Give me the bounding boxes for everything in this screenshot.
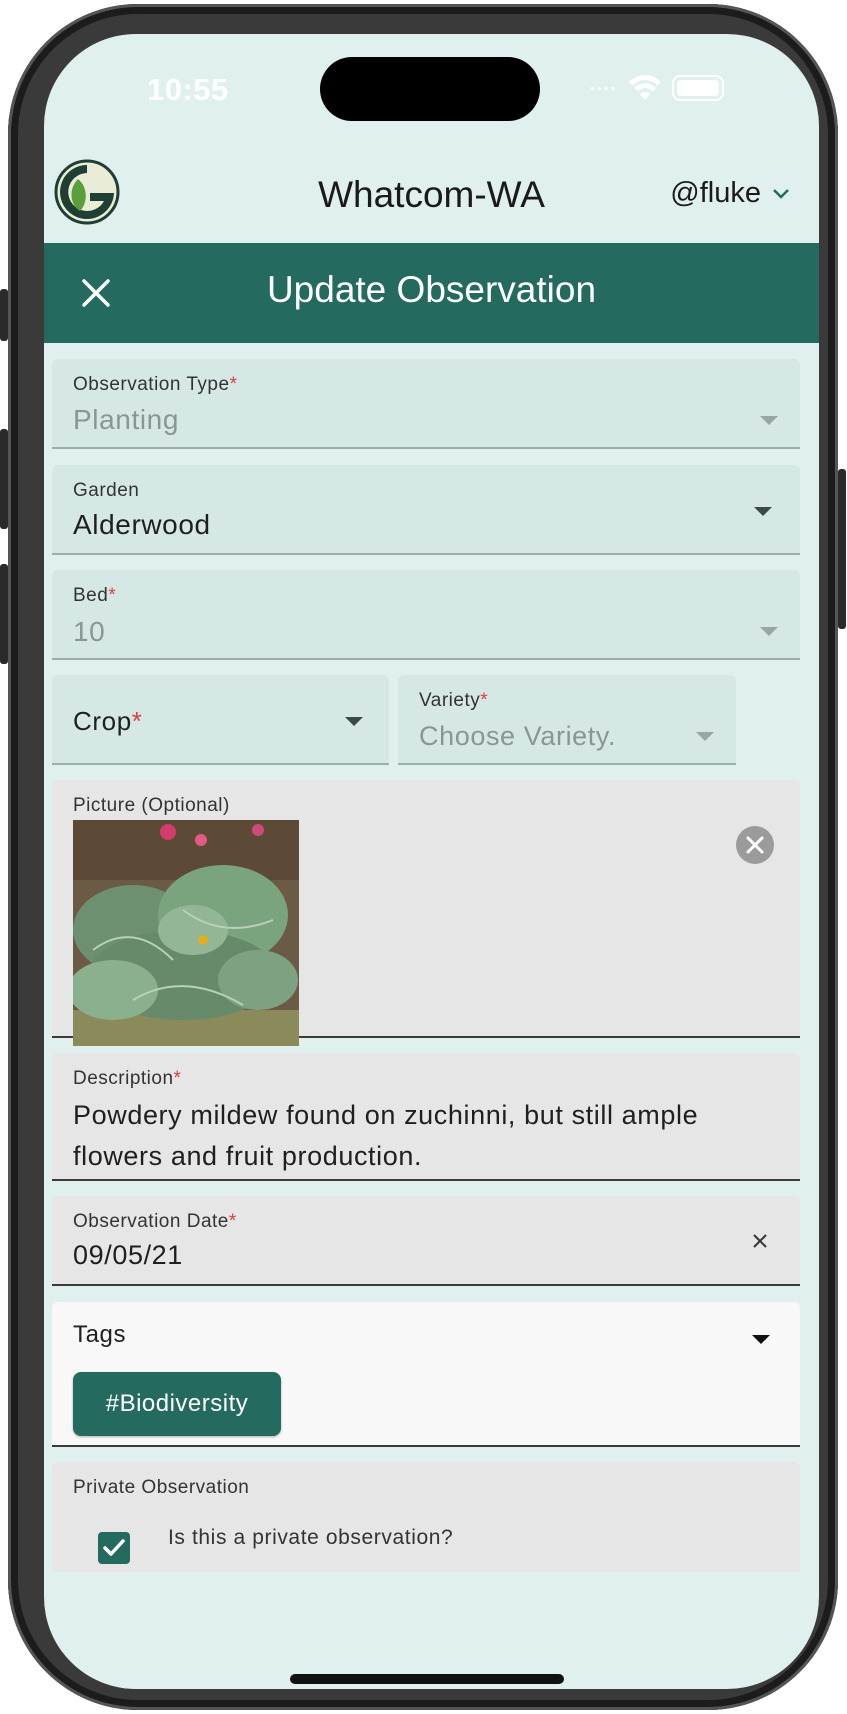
observation-photo[interactable] [73, 820, 299, 1046]
signal-icon: •••• [590, 80, 618, 96]
modal-title: Update Observation [266, 269, 597, 310]
dynamic-island [320, 57, 540, 121]
description-field[interactable]: Description* Powdery mildew found on zuc… [52, 1053, 800, 1181]
action-button [0, 289, 8, 341]
crop-select[interactable]: Crop* [52, 675, 389, 765]
remove-photo-button[interactable] [736, 826, 774, 864]
caret-down-icon [760, 416, 778, 425]
bed-value: 10 [73, 616, 106, 647]
user-menu[interactable]: @fluke [670, 177, 789, 210]
picture-field[interactable]: Picture (Optional) [52, 780, 800, 1046]
home-indicator[interactable] [290, 1674, 564, 1684]
status-icons: •••• [590, 74, 724, 102]
wifi-icon [628, 75, 661, 100]
power-button [838, 469, 846, 629]
garden-select[interactable]: Garden Alderwood [52, 465, 800, 555]
chevron-down-icon [773, 188, 789, 199]
garden-value: Alderwood [73, 509, 211, 540]
caret-down-icon [752, 1335, 770, 1344]
garden-label: Garden [73, 480, 140, 501]
tags-label: Tags [73, 1321, 127, 1348]
checkmark-icon [103, 1539, 125, 1556]
variety-label: Variety [419, 690, 481, 711]
observation-date-value: 09/05/21 [73, 1240, 183, 1270]
caret-down-icon [696, 732, 714, 741]
volume-down-button [0, 564, 8, 664]
private-observation-field: Private Observation Is this a private ob… [52, 1462, 800, 1572]
required-marker: * [108, 585, 117, 606]
observation-date-field[interactable]: Observation Date* 09/05/21 [52, 1196, 800, 1286]
tag-chip[interactable]: #Biodiversity [73, 1372, 281, 1436]
close-icon [746, 836, 764, 854]
observation-type-value: Planting [73, 404, 179, 435]
modal-header: Update Observation [44, 243, 819, 343]
required-marker: * [131, 706, 143, 736]
caret-down-icon [760, 627, 778, 636]
username: @fluke [670, 177, 761, 209]
battery-icon [671, 75, 724, 101]
variety-select[interactable]: Variety* Choose Variety. [398, 675, 736, 765]
caret-down-icon [754, 507, 772, 516]
private-observation-label: Private Observation [73, 1477, 250, 1498]
picture-label: Picture (Optional) [73, 795, 230, 816]
bed-label: Bed [73, 585, 109, 606]
private-question: Is this a private observation? [168, 1526, 454, 1549]
description-value: Powdery mildew found on zuchinni, but st… [73, 1100, 699, 1171]
screen: 10:55 •••• Whatcom-WA @fluke Update Obse… [44, 34, 819, 1689]
observation-type-label: Observation Type [73, 374, 230, 395]
clear-date-icon[interactable] [752, 1233, 768, 1249]
crop-label: Crop [73, 706, 132, 736]
tags-field[interactable]: Tags #Biodiversity [52, 1302, 800, 1447]
caret-down-icon [345, 717, 363, 726]
variety-placeholder: Choose Variety. [419, 721, 617, 751]
description-label: Description [73, 1068, 174, 1089]
required-marker: * [480, 690, 489, 711]
private-checkbox[interactable] [98, 1532, 130, 1564]
status-time: 10:55 [147, 72, 229, 107]
volume-up-button [0, 429, 8, 529]
zucchini-plant-image [73, 820, 299, 1046]
phone-frame: 10:55 •••• Whatcom-WA @fluke Update Obse… [0, 4, 846, 1710]
required-marker: * [228, 1211, 237, 1232]
observation-type-select[interactable]: Observation Type* Planting [52, 359, 800, 449]
observation-date-label: Observation Date [73, 1211, 229, 1232]
required-marker: * [173, 1068, 182, 1089]
bed-select[interactable]: Bed* 10 [52, 570, 800, 660]
required-marker: * [229, 374, 238, 395]
